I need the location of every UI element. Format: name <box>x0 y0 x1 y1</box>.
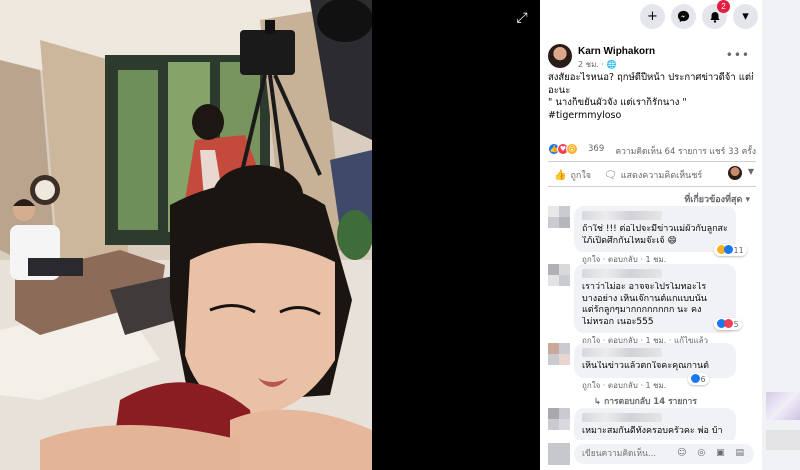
post-time[interactable]: 2 ชม. · 🌐 <box>578 58 617 71</box>
commenter-avatar[interactable] <box>548 206 570 228</box>
comment-bubble: เราว่าไม่อะ อาจจะโปรโมทอะไร บางอย่าง เห็… <box>574 264 736 333</box>
plus-icon: + <box>647 9 658 24</box>
comment-reactions[interactable]: 11 <box>714 244 747 256</box>
photo-illustration <box>0 0 372 470</box>
man-trousers <box>28 258 83 276</box>
reaction-icons: 👍 ♥ 😮 <box>548 143 578 155</box>
thumbs-up-icon: 👍 <box>554 170 567 181</box>
post-text: สงสัยอะไรหนอ? ฤกษ์ดีปีหน้า ประกาศข่าวดีจ… <box>548 72 753 122</box>
post-photo[interactable] <box>0 0 372 470</box>
post-header: Karn Wiphakorn 2 ชม. · 🌐 ••• <box>548 44 758 72</box>
like-button[interactable]: 👍 ถูกใจ <box>554 168 591 182</box>
divider <box>548 186 756 187</box>
woman-hair <box>192 104 224 140</box>
comment-reactions[interactable]: 5 <box>714 318 742 330</box>
commenter-name-blurred[interactable] <box>582 269 662 278</box>
comment-bubble: เหมาะสมกันดีทั้งครอบครัวคะ พ่อ บ้า <box>574 408 736 443</box>
comment-text: แต่รักลูกๆมากกกกกกกก นะ คง <box>582 305 702 315</box>
post-options-icon[interactable]: ••• <box>726 48 750 62</box>
comment-text: เราว่าไม่อะ อาจจะโปรโมทอะไร <box>582 282 707 292</box>
comment-text: ใภ้เปิดศึกกันไหมจ๊ะเจ้ 😄 <box>582 235 677 246</box>
commenter-avatar[interactable] <box>548 408 570 430</box>
clock-face <box>35 180 55 200</box>
camera-handle <box>265 20 275 34</box>
reaction-count[interactable]: 369 <box>588 144 604 154</box>
commenter-name-blurred[interactable] <box>582 413 662 422</box>
comment-actions[interactable]: ถูกใจ · ตอบกลับ · 1 ชม. <box>582 379 666 392</box>
post-text-line: สงสัยอะไรหนอ? ฤกษ์ดีปีหน้า ประกาศข่าวดีจ… <box>548 72 753 83</box>
composer-icons[interactable]: ☺ ◎ ▣ ▤ <box>677 448 748 458</box>
comment-bubble: ถ้าใช่ !!! ต่อไปจะมีข่าวแม่ผัวกับลูกสะ ใ… <box>574 206 736 252</box>
divider <box>548 161 756 162</box>
comment-button[interactable]: 🗨 แสดงความคิดเห็นชร์ <box>604 168 702 182</box>
comment-icon: 🗨 <box>604 170 617 181</box>
commenter-avatar[interactable] <box>548 343 570 365</box>
photo-viewer: ⤢ <box>0 0 540 470</box>
right-sidebar-edge <box>762 0 800 470</box>
bell-icon <box>710 11 719 23</box>
account-menu-button[interactable]: ▾ <box>733 4 758 29</box>
reactions-summary[interactable]: 👍 ♥ 😮 369 ความคิดเห็น 64 รายการ แชร์ 33 … <box>548 142 758 158</box>
sidebar-thumbnail[interactable] <box>766 392 800 420</box>
post-text-line: อะนะ <box>548 84 571 96</box>
globe-icon: 🌐 <box>606 60 617 69</box>
comment-reactions[interactable]: 6 <box>688 373 709 385</box>
create-button[interactable]: + <box>640 4 665 29</box>
post-actions: 👍 ถูกใจ 🗨 แสดงความคิดเห็นชร์ ▼ <box>548 164 758 184</box>
author-avatar[interactable] <box>548 44 572 68</box>
author-name[interactable]: Karn Wiphakorn <box>578 46 655 57</box>
notifications-button[interactable]: 2 <box>702 0 730 29</box>
wow-reaction-icon: 😮 <box>566 143 578 155</box>
comment-text: เหมาะสมกันดีทั้งครอบครัวคะ พ่อ บ้า <box>582 426 723 436</box>
comment-text: ถ้าใช่ !!! ต่อไปจะมีข่าวแม่ผัวกับลูกสะ <box>582 224 728 234</box>
current-user-avatar[interactable] <box>548 443 570 465</box>
commenter-name-blurred[interactable] <box>582 211 662 220</box>
comments-shares-count[interactable]: ความคิดเห็น 64 รายการ แชร์ 33 ครั้ง <box>615 144 756 158</box>
video-camera <box>240 30 295 75</box>
comment-text: เห็นในข่าวแล้วตกใจคะคุณกานต์ <box>582 361 710 371</box>
chevron-down-icon: ▾ <box>742 9 749 24</box>
comment-bubble: เห็นในข่าวแล้วตกใจคะคุณกานต์ <box>574 343 736 378</box>
messenger-icon <box>677 10 690 23</box>
hashtag-link[interactable]: #tigermmyloso <box>548 110 753 123</box>
comment-sort-dropdown[interactable]: ที่เกี่ยวข้องที่สุด ▾ <box>684 192 750 206</box>
expand-icon[interactable]: ⤢ <box>512 8 532 28</box>
comment-text: บางอย่าง เห็นเจ๊กานต์แกแบบนั้น <box>582 293 707 304</box>
commenter-avatar[interactable] <box>548 264 570 286</box>
post-text-line: " นางก็ขยันผัวจัง แต่เราก็รักนาง " <box>548 97 687 108</box>
notification-badge: 2 <box>717 0 730 13</box>
top-nav: + 2 ▾ <box>640 0 762 29</box>
door-pane <box>118 70 158 230</box>
commenter-name-blurred[interactable] <box>582 348 662 357</box>
view-replies-link[interactable]: ↳ การตอบกลับ 14 รายการ <box>594 394 697 408</box>
hair-bun <box>213 165 303 225</box>
post-panel: + 2 ▾ Karn Wiphakorn 2 ชม. · 🌐 ••• สงสัย… <box>540 0 762 470</box>
messenger-button[interactable] <box>671 4 696 29</box>
sidebar-thumbnail[interactable] <box>766 430 800 450</box>
chevron-down-icon[interactable]: ▼ <box>748 167 754 176</box>
reaction-as-avatar[interactable] <box>728 166 742 180</box>
plant <box>337 210 372 260</box>
comment-composer: ☺ ◎ ▣ ▤ <box>540 440 762 470</box>
comment-text: ไม่หรอก เนอะ555 <box>582 316 654 327</box>
